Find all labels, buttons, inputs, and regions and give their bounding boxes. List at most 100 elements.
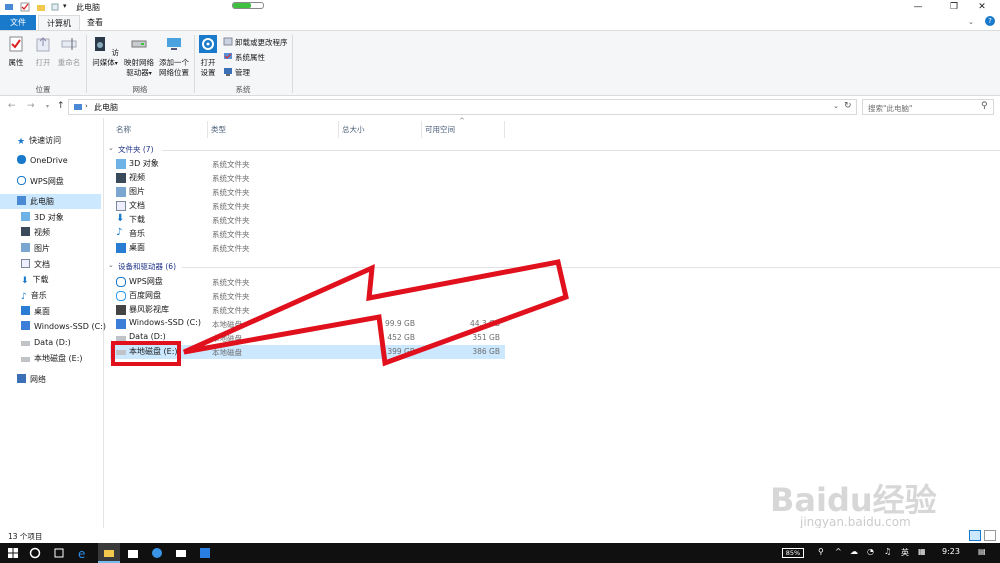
- nav-network[interactable]: 网络: [17, 372, 46, 387]
- search-box[interactable]: 搜索"此电脑" ⚲: [862, 99, 994, 115]
- large-icons-view-icon[interactable]: [984, 530, 996, 541]
- access-media-button[interactable]: 访问媒体▾: [88, 35, 122, 69]
- nav-item-desktop[interactable]: 桌面: [21, 304, 50, 319]
- task-view-icon[interactable]: [52, 546, 66, 560]
- nav-wps[interactable]: WPS网盘: [17, 174, 64, 189]
- list-item[interactable]: ⬇ 下载 系统文件夹: [110, 213, 505, 227]
- column-header-total[interactable]: 总大小: [342, 124, 365, 135]
- up-arrow-icon[interactable]: ↑: [57, 101, 65, 111]
- notification-center-icon[interactable]: ▤: [978, 547, 986, 556]
- ribbon: 属性 打开 重命名 位置 访问媒体▾ 映射网络 驱动器▾ 添加一个 网络位置 网…: [0, 30, 1000, 96]
- nav-item-drive-e[interactable]: 本地磁盘 (E:): [21, 351, 83, 366]
- add-network-location-button[interactable]: 添加一个 网络位置: [156, 35, 192, 78]
- list-item[interactable]: 百度网盘 系统文件夹: [110, 289, 505, 303]
- item-type: 系统文件夹: [212, 306, 250, 315]
- new-folder-quick-icon[interactable]: [36, 2, 46, 12]
- manage-icon: [224, 68, 232, 76]
- nav-onedrive[interactable]: OneDrive: [17, 153, 68, 168]
- nav-quick-access[interactable]: ★ 快速访问: [17, 133, 61, 148]
- group-collapse-chevron-icon[interactable]: ⌄: [108, 144, 114, 152]
- nav-item-pictures[interactable]: 图片: [21, 241, 50, 256]
- list-item-selected[interactable]: 本地磁盘 (E:) 本地磁盘 399 GB 386 GB: [110, 345, 505, 359]
- ribbon-expand-chevron-icon[interactable]: ⌄: [968, 18, 974, 26]
- taskbar-active-app[interactable]: [98, 543, 120, 563]
- list-item[interactable]: Data (D:) 本地磁盘 452 GB 351 GB: [110, 331, 505, 345]
- people-icon[interactable]: ⚲: [818, 547, 824, 556]
- address-bar[interactable]: › 此电脑 ⌄ ↻: [68, 99, 857, 115]
- list-item[interactable]: WPS网盘 系统文件夹: [110, 275, 505, 289]
- item-name: 音乐: [129, 229, 145, 238]
- clock-app-icon[interactable]: [150, 546, 164, 560]
- media-icon: [95, 37, 106, 51]
- tab-file[interactable]: 文件: [0, 15, 36, 30]
- open-settings-button[interactable]: 打开 设置: [197, 35, 219, 78]
- clock[interactable]: 9:23: [942, 547, 960, 556]
- tray-expand-chevron-icon[interactable]: ^: [835, 547, 842, 556]
- group-header-folders[interactable]: 文件夹 (7): [118, 144, 154, 155]
- ime-indicator[interactable]: 英: [901, 547, 909, 558]
- details-view-icon[interactable]: [969, 530, 981, 541]
- nav-item-3d[interactable]: 3D 对象: [21, 210, 64, 225]
- list-item[interactable]: 3D 对象 系统文件夹: [110, 157, 505, 171]
- nav-item-music[interactable]: ♪ 音乐: [21, 288, 47, 303]
- input-mode-icon[interactable]: ▦: [918, 547, 926, 556]
- forward-arrow-icon[interactable]: →: [27, 101, 35, 111]
- column-header-name[interactable]: 名称: [116, 124, 131, 135]
- undo-quick-icon[interactable]: [50, 2, 60, 12]
- manage-button[interactable]: 管理: [223, 67, 250, 78]
- column-header-free[interactable]: 可用空间: [425, 124, 455, 135]
- windows-start-icon[interactable]: [6, 546, 20, 560]
- list-item[interactable]: 桌面 系统文件夹: [110, 241, 505, 255]
- edge-browser-icon[interactable]: e: [76, 546, 90, 560]
- properties-quick-icon[interactable]: [20, 2, 30, 12]
- group-collapse-chevron-icon[interactable]: ⌄: [108, 261, 114, 269]
- store-icon[interactable]: [126, 546, 140, 560]
- wps-app-icon[interactable]: [198, 546, 212, 560]
- nav-item-drive-d[interactable]: Data (D:): [21, 335, 71, 350]
- battery-indicator[interactable]: 85%: [782, 548, 804, 558]
- list-item[interactable]: 图片 系统文件夹: [110, 185, 505, 199]
- nav-item-downloads[interactable]: ⬇ 下载: [21, 272, 49, 287]
- nav-item-label: 3D 对象: [34, 213, 64, 222]
- back-arrow-icon[interactable]: ←: [8, 101, 16, 111]
- wps-tray-icon[interactable]: ☁: [850, 547, 858, 556]
- search-icon[interactable]: ⚲: [981, 101, 988, 111]
- list-item[interactable]: 文档 系统文件夹: [110, 199, 505, 213]
- customize-quick-access-chevron-icon[interactable]: ▾: [63, 2, 67, 10]
- system-properties-button[interactable]: 系统属性: [223, 52, 265, 63]
- minimize-button[interactable]: —: [900, 0, 936, 15]
- nav-this-pc[interactable]: 此电脑: [17, 194, 54, 209]
- address-dropdown-chevron-icon[interactable]: ⌄: [833, 102, 839, 110]
- nav-item-video[interactable]: 视频: [21, 225, 50, 240]
- refresh-icon[interactable]: ↻: [844, 101, 852, 111]
- nav-item-label: 图片: [34, 244, 50, 253]
- map-drive-button[interactable]: 映射网络 驱动器▾: [122, 35, 156, 79]
- nav-item-label: 下载: [32, 275, 49, 284]
- add-location-label-1: 添加一个: [159, 58, 189, 67]
- nav-item-drive-c[interactable]: Windows-SSD (C:): [21, 319, 106, 334]
- nav-item-documents[interactable]: 文档: [21, 257, 50, 272]
- recent-locations-chevron-icon[interactable]: ▾: [46, 103, 49, 110]
- uninstall-programs-button[interactable]: 卸载或更改程序: [223, 37, 288, 48]
- list-item[interactable]: 视频 系统文件夹: [110, 171, 505, 185]
- rename-button[interactable]: 重命名: [56, 35, 82, 68]
- group-header-devices[interactable]: 设备和驱动器 (6): [118, 261, 176, 272]
- tab-view[interactable]: 查看: [80, 15, 110, 30]
- list-item[interactable]: Windows-SSD (C:) 本地磁盘 99.9 GB 44.3 GB: [110, 317, 505, 331]
- column-header-type[interactable]: 类型: [211, 124, 226, 135]
- cortana-search-icon[interactable]: [28, 546, 42, 560]
- breadcrumb-this-pc[interactable]: 此电脑: [94, 102, 118, 113]
- wifi-icon[interactable]: ◔: [867, 547, 874, 556]
- mail-icon[interactable]: [174, 546, 188, 560]
- open-button[interactable]: 打开: [31, 35, 55, 68]
- tab-computer[interactable]: 计算机: [38, 15, 80, 30]
- properties-button[interactable]: 属性: [4, 35, 28, 68]
- list-item[interactable]: ♪ 音乐 系统文件夹: [110, 227, 505, 241]
- close-button[interactable]: ✕: [964, 0, 1000, 15]
- manage-label: 管理: [235, 68, 250, 77]
- open-label: 打开: [35, 58, 51, 67]
- volume-icon[interactable]: ♫: [884, 547, 891, 556]
- help-icon[interactable]: ?: [985, 16, 995, 26]
- list-item[interactable]: 暴风影视库 系统文件夹: [110, 303, 505, 317]
- breadcrumb-chevron-icon[interactable]: ›: [85, 102, 88, 110]
